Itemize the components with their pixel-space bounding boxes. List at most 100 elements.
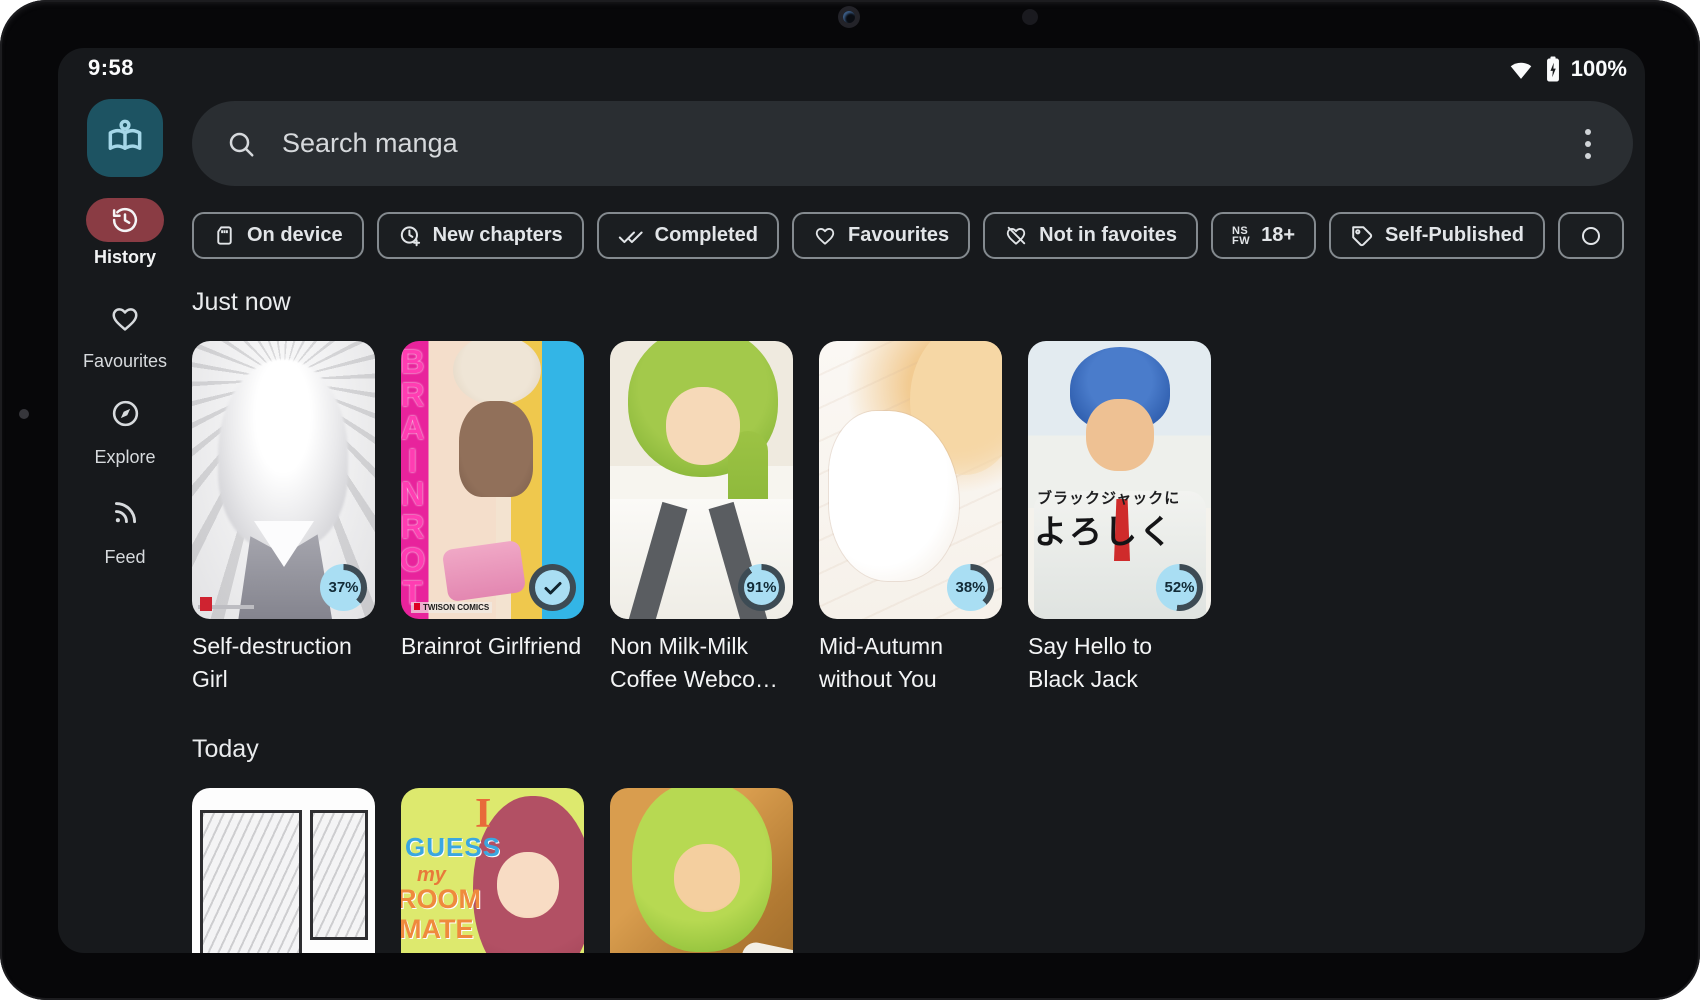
main-content: Search manga On device — [192, 92, 1645, 953]
manga-cover — [192, 788, 375, 953]
cover-art — [674, 844, 740, 912]
manga-card[interactable] — [192, 788, 375, 953]
cover-title-text-jp: よろしく — [1034, 505, 1174, 553]
cover-art — [1086, 399, 1154, 471]
manga-cover: ブラックジャックに よろしく 52% — [1028, 341, 1211, 619]
manga-cover: 38% — [819, 341, 1002, 619]
sidebar-item-favourites[interactable] — [109, 304, 141, 334]
cover-title-text: MATE — [401, 914, 474, 945]
status-bar: 9:58 100% — [58, 48, 1645, 92]
front-camera — [838, 6, 860, 28]
cover-art — [666, 387, 740, 465]
nsfw-icon: NS FW — [1232, 226, 1250, 246]
filter-chip-label: New chapters — [433, 224, 563, 247]
check-icon — [541, 576, 565, 600]
heart-icon — [109, 304, 141, 334]
kebab-menu-icon[interactable] — [1577, 121, 1599, 167]
filter-chip-label: Self-Published — [1385, 224, 1524, 247]
manga-card[interactable]: 37% Self-destruction Girl — [192, 341, 375, 696]
manga-card[interactable]: 38% Mid-Autumn without You — [819, 341, 1002, 696]
double-check-icon — [618, 225, 644, 247]
history-clock-icon — [110, 205, 140, 235]
filter-chip-label: Completed — [655, 224, 758, 247]
manga-cover: 37% — [192, 341, 375, 619]
progress-badge: 38% — [947, 564, 994, 611]
filter-chip-label: 18+ — [1261, 224, 1295, 247]
manga-cover: I GUESS my ROOM MATE — [401, 788, 584, 953]
sd-card-icon — [213, 224, 236, 247]
sidebar-item-explore[interactable] — [110, 398, 141, 429]
filter-chip-on-device[interactable]: On device — [192, 212, 364, 259]
manga-title: Self-destruction Girl — [192, 630, 375, 696]
search-placeholder: Search manga — [282, 128, 1577, 159]
section-heading-today: Today — [192, 735, 1645, 764]
filter-chip-label: Not in favoites — [1039, 224, 1177, 247]
navigation-rail: History Favourites Explore — [58, 92, 192, 953]
cover-title-text: BRAINROT — [401, 343, 431, 607]
sensor-dot — [1022, 9, 1038, 25]
heart-off-icon — [1004, 225, 1028, 247]
filter-chip-clipped[interactable] — [1558, 212, 1624, 259]
progress-label: 38% — [955, 579, 985, 596]
progress-label: 91% — [746, 579, 776, 596]
filter-chip-favourites[interactable]: Favourites — [792, 212, 970, 259]
section-heading-just-now: Just now — [192, 288, 1645, 317]
card-row-today: I GUESS my ROOM MATE — [192, 788, 1645, 953]
manga-card[interactable] — [610, 788, 793, 953]
completed-badge — [529, 564, 576, 611]
sidebar-label-explore: Explore — [94, 447, 155, 468]
manga-card[interactable]: I GUESS my ROOM MATE — [401, 788, 584, 953]
sidebar-item-feed[interactable] — [111, 498, 140, 527]
wifi-icon — [1507, 55, 1535, 83]
cover-art — [497, 852, 559, 918]
filter-chip-18plus[interactable]: NS FW 18+ — [1211, 212, 1316, 259]
filter-chip-completed[interactable]: Completed — [597, 212, 779, 259]
manga-card[interactable]: BRAINROT TWISON COMICS Brainrot Girlfrie… — [401, 341, 584, 696]
manga-cover: BRAINROT TWISON COMICS — [401, 341, 584, 619]
manga-title: Mid-Autumn without You — [819, 630, 1002, 696]
progress-badge: 91% — [738, 564, 785, 611]
manga-title: Say Hello to Black Jack — [1028, 630, 1211, 696]
card-row-just-now: 37% Self-destruction Girl BRAINROT TWISO… — [192, 341, 1645, 696]
app-screen: 9:58 100% — [58, 48, 1645, 953]
sidebar-item-history[interactable] — [86, 198, 164, 242]
cover-art — [310, 810, 368, 940]
compass-icon — [110, 398, 141, 429]
progress-badge: 52% — [1156, 564, 1203, 611]
side-camera — [19, 409, 29, 419]
tablet-frame: 9:58 100% — [0, 0, 1700, 1000]
mihon-book-logo-icon — [103, 116, 147, 160]
manga-cover — [610, 788, 793, 953]
manga-card[interactable]: ブラックジャックに よろしく 52% Say Hello to Black Ja… — [1028, 341, 1211, 696]
cover-title-text: I — [475, 790, 491, 838]
battery-charging-icon — [1542, 54, 1564, 84]
sidebar-label-feed: Feed — [104, 547, 145, 568]
tag-icon — [1350, 224, 1374, 248]
manga-cover: 91% — [610, 341, 793, 619]
sidebar-label-favourites: Favourites — [83, 351, 167, 372]
clock: 9:58 — [88, 55, 134, 81]
manga-title: Brainrot Girlfriend — [401, 630, 584, 663]
manga-title: Non Milk-Milk Coffee Webco… — [610, 630, 793, 696]
filter-chip-label: On device — [247, 224, 343, 247]
cover-art — [200, 597, 212, 611]
filter-chip-row: On device New chapters — [192, 212, 1645, 259]
filter-chip-not-in-favourites[interactable]: Not in favoites — [983, 212, 1198, 259]
rss-icon — [111, 498, 140, 527]
sidebar-label-history: History — [94, 247, 156, 268]
filter-chip-self-published[interactable]: Self-Published — [1329, 212, 1545, 259]
progress-label: 52% — [1164, 579, 1194, 596]
filter-chip-new-chapters[interactable]: New chapters — [377, 212, 584, 259]
cover-art — [200, 810, 302, 953]
cover-title-text: GUESS — [405, 832, 501, 863]
progress-label: 37% — [328, 579, 358, 596]
manga-card[interactable]: 91% Non Milk-Milk Coffee Webco… — [610, 341, 793, 696]
filter-chip-label: Favourites — [848, 224, 949, 247]
cover-art — [453, 341, 541, 405]
app-logo-button[interactable] — [87, 99, 163, 177]
search-bar[interactable]: Search manga — [192, 101, 1633, 186]
circle-icon — [1579, 224, 1603, 248]
cover-publisher-text: TWISON COMICS — [411, 602, 492, 613]
progress-badge: 37% — [320, 564, 367, 611]
clock-plus-icon — [398, 224, 422, 248]
